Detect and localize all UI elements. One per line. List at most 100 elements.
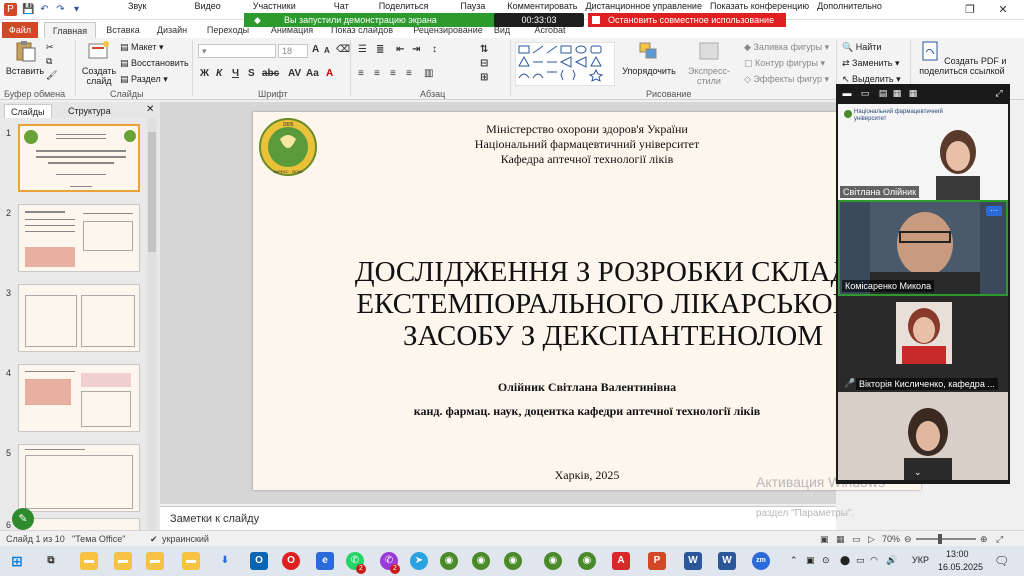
chrome-icon[interactable]: ◉: [440, 552, 458, 570]
italic-icon[interactable]: К: [216, 68, 222, 79]
editor-scrollbar[interactable]: [1012, 102, 1024, 530]
video-tile-3[interactable]: 🎤 Вікторія Кисличенко, кафедра ...: [838, 296, 1008, 392]
increase-indent-icon[interactable]: ⇥: [412, 44, 420, 55]
font-color-icon[interactable]: A: [326, 68, 333, 79]
zoom-menu-annotate[interactable]: Комментировать: [503, 0, 581, 12]
find-button[interactable]: 🔍 Найти: [842, 42, 881, 53]
columns-icon[interactable]: ▥: [424, 68, 433, 79]
font-name-combo[interactable]: ▾: [198, 44, 276, 58]
zoom-menu-pause[interactable]: Пауза: [456, 0, 489, 12]
smartart-icon[interactable]: ⊞: [480, 72, 488, 83]
spacing-icon[interactable]: AV: [288, 68, 301, 79]
notifications-icon[interactable]: 🗨: [994, 554, 1009, 568]
chevron-down-icon[interactable]: ⌄: [914, 467, 922, 478]
gallery-icon[interactable]: ▦: [908, 88, 918, 98]
zoom-level[interactable]: 70%: [882, 534, 900, 544]
download-icon[interactable]: ⬇: [216, 552, 234, 570]
slide-thumbnail-5[interactable]: [18, 444, 140, 512]
folder-icon[interactable]: ▬: [114, 552, 132, 570]
current-slide[interactable]: 1805 ЗАРЕКС · ВОКЕ Міністерство охорони …: [253, 112, 921, 490]
folder-icon[interactable]: ▬: [182, 552, 200, 570]
annotate-pen-icon[interactable]: ✎: [12, 508, 34, 530]
zoom-slider-thumb[interactable]: [938, 534, 942, 544]
undo-icon[interactable]: ↶: [38, 3, 51, 16]
strikethrough-icon[interactable]: abc: [262, 68, 279, 79]
align-right-icon[interactable]: ≡: [390, 68, 396, 79]
stop-share-button[interactable]: Остановить совместное использование: [588, 13, 786, 27]
shape-effects-button[interactable]: ◇ Эффекты фигур ▾: [744, 74, 829, 85]
tray-app-icon[interactable]: ▣: [806, 555, 815, 566]
zoom-menu-chat[interactable]: Чат: [330, 0, 353, 12]
restore-icon[interactable]: ❐: [955, 2, 985, 18]
clear-format-icon[interactable]: ⌫: [336, 44, 350, 55]
thumbnail-scrollbar[interactable]: [147, 118, 157, 530]
edge-icon[interactable]: e: [316, 552, 334, 570]
arrange-button[interactable]: Упорядочить: [618, 40, 680, 76]
expand-icon[interactable]: ⤢: [994, 88, 1004, 98]
close-icon[interactable]: ✕: [988, 2, 1018, 18]
tab-slides-pane[interactable]: Слайды: [4, 104, 52, 118]
bold-icon[interactable]: Ж: [200, 68, 209, 79]
tray-app-icon[interactable]: ⊙: [822, 555, 830, 566]
zoom-menu-participants[interactable]: Участники: [249, 0, 300, 12]
shapes-gallery[interactable]: [515, 42, 615, 86]
cut-icon[interactable]: ✂: [46, 42, 54, 53]
slide-thumbnail-4[interactable]: [18, 364, 140, 432]
layout-button[interactable]: ▤ Макет ▾: [120, 42, 164, 53]
keyboard-language[interactable]: УКР: [912, 555, 929, 565]
shape-fill-button[interactable]: ◆ Заливка фигуры ▾: [744, 42, 829, 53]
windows-start-icon[interactable]: ⊞: [8, 552, 26, 570]
zoom-menu-remote-control[interactable]: Дистанционное управление: [581, 0, 705, 12]
new-slide-button[interactable]: Создать слайд: [80, 40, 118, 86]
align-left-icon[interactable]: ≡: [358, 68, 364, 79]
task-view-icon[interactable]: ⧉: [42, 552, 60, 570]
shadow-icon[interactable]: S: [248, 68, 255, 79]
opera-icon[interactable]: O: [282, 552, 300, 570]
chrome-icon[interactable]: ◉: [578, 552, 596, 570]
pdf-reader-icon[interactable]: A: [612, 552, 630, 570]
chrome-icon[interactable]: ◉: [544, 552, 562, 570]
slideshow-view-icon[interactable]: ▷: [868, 534, 875, 545]
tab-file[interactable]: Файл: [2, 22, 38, 38]
tray-app-icon[interactable]: ⬤: [840, 555, 850, 566]
shape-outline-button[interactable]: ▢ Контур фигуры ▾: [744, 58, 825, 69]
zoom-out-icon[interactable]: ⊖: [904, 534, 912, 545]
explorer-icon[interactable]: ▬: [80, 552, 98, 570]
outlook-icon[interactable]: O: [250, 552, 268, 570]
wifi-icon[interactable]: ◠: [870, 555, 878, 566]
tab-insert[interactable]: Вставка: [100, 22, 146, 38]
redo-icon[interactable]: ↷: [54, 3, 67, 16]
zoom-app-icon[interactable]: zm: [752, 552, 770, 570]
create-pdf-button[interactable]: Создать PDF и поделиться ссылкой: [916, 40, 1008, 76]
slide-thumbnail-6[interactable]: [18, 518, 140, 530]
scroll-thumb[interactable]: [148, 132, 156, 252]
close-pane-icon[interactable]: ✕: [146, 104, 154, 115]
filmstrip-icon[interactable]: ▤: [878, 88, 888, 98]
line-spacing-icon[interactable]: ↕: [432, 44, 437, 55]
bullets-icon[interactable]: ☰: [358, 44, 367, 55]
slide-thumbnail-3[interactable]: [18, 284, 140, 352]
word-icon[interactable]: W: [684, 552, 702, 570]
grow-font-icon[interactable]: A: [312, 44, 319, 55]
font-size-combo[interactable]: 18: [278, 44, 308, 58]
qat-dropdown-icon[interactable]: ▾: [70, 3, 83, 16]
video-tile-4[interactable]: ⌄: [838, 392, 1008, 480]
slide-thumbnail-2[interactable]: [18, 204, 140, 272]
zoom-menu-audio[interactable]: Звук: [124, 0, 150, 12]
chrome-icon[interactable]: ◉: [472, 552, 490, 570]
telegram-icon[interactable]: ➤: [410, 552, 428, 570]
tab-design[interactable]: Дизайн: [150, 22, 194, 38]
tab-home[interactable]: Главная: [44, 22, 96, 38]
fit-slide-icon[interactable]: ⤢: [996, 534, 1003, 545]
align-text-icon[interactable]: ⊟: [480, 58, 488, 69]
format-painter-icon[interactable]: 🖌: [46, 70, 57, 81]
powerpoint-taskbar-icon[interactable]: P: [648, 552, 666, 570]
zoom-slider[interactable]: [916, 538, 976, 540]
video-tile-2[interactable]: ··· Комісаренко Микола: [838, 200, 1008, 296]
quick-styles-button[interactable]: Экспресс-стили: [678, 40, 740, 86]
zoom-menu-more[interactable]: Дополнительно: [813, 0, 886, 12]
clock-time[interactable]: 13:00: [946, 549, 969, 559]
text-direction-icon[interactable]: ⇅: [480, 44, 488, 55]
folder-icon[interactable]: ▬: [146, 552, 164, 570]
word-icon[interactable]: W: [718, 552, 736, 570]
